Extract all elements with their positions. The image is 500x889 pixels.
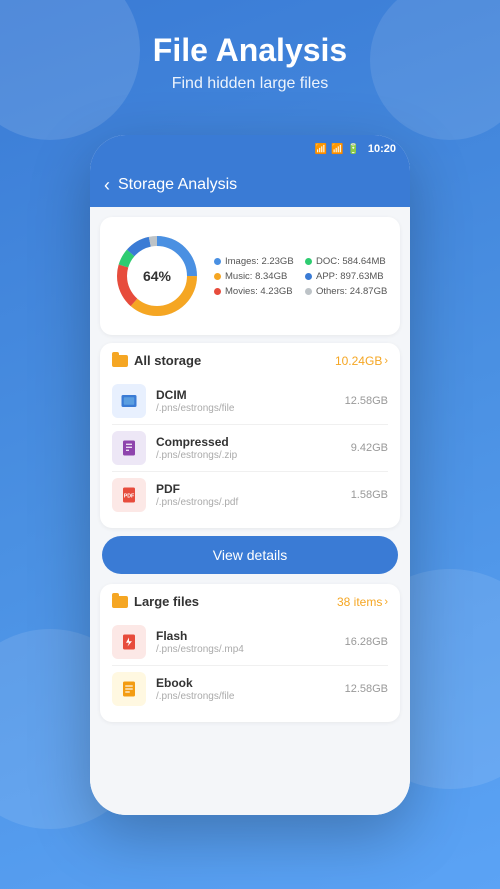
file-path-compressed: /.pns/estrongs/.zip: [156, 450, 341, 461]
file-icon-ebook: [112, 672, 146, 706]
page-title: File Analysis: [20, 32, 480, 69]
all-storage-title: All storage: [134, 353, 201, 368]
status-icons: 📶 📶 🔋 10:20: [315, 143, 397, 155]
status-bar: 📶 📶 🔋 10:20: [90, 135, 410, 163]
view-details-button[interactable]: View details: [102, 536, 398, 574]
all-storage-header: All storage 10.24GB ›: [112, 353, 388, 368]
legend-dot-music: [214, 273, 221, 280]
back-button[interactable]: ‹: [104, 175, 110, 196]
file-size-compressed: 9.42GB: [351, 442, 388, 454]
legend-dot-others: [305, 288, 312, 295]
legend-dot-movies: [214, 288, 221, 295]
legend-doc: DOC: 584.64MB: [305, 256, 388, 267]
large-files-section: Large files 38 items › Flash /.pns/e: [100, 584, 400, 722]
file-size-flash: 16.28GB: [345, 636, 388, 648]
legend-movies: Movies: 4.23GB: [214, 286, 297, 297]
signal-icon: 📶: [331, 144, 343, 155]
file-name-pdf: PDF: [156, 482, 341, 496]
storage-chart-card: 64% Images: 2.23GB DOC: 584.64MB Music: …: [100, 217, 400, 335]
file-item-pdf[interactable]: PDF PDF /.pns/estrongs/.pdf 1.58GB: [112, 472, 388, 518]
file-item-flash[interactable]: Flash /.pns/estrongs/.mp4 16.28GB: [112, 619, 388, 666]
legend-music: Music: 8.34GB: [214, 271, 297, 282]
file-size-ebook: 12.58GB: [345, 683, 388, 695]
legend-images: Images: 2.23GB: [214, 256, 297, 267]
legend-label-movies: Movies: 4.23GB: [225, 286, 293, 297]
phone-mockup: 📶 📶 🔋 10:20 ‹ Storage Analysis: [90, 135, 410, 815]
large-files-title-area: Large files: [112, 594, 199, 609]
folder-icon: [112, 355, 128, 367]
large-files-header: Large files 38 items ›: [112, 594, 388, 609]
file-item-compressed[interactable]: Compressed /.pns/estrongs/.zip 9.42GB: [112, 425, 388, 472]
file-path-pdf: /.pns/estrongs/.pdf: [156, 497, 341, 508]
app-header: ‹ Storage Analysis: [90, 163, 410, 207]
chart-section: 64% Images: 2.23GB DOC: 584.64MB Music: …: [112, 231, 388, 321]
page-header: File Analysis Find hidden large files: [0, 0, 500, 113]
svg-text:PDF: PDF: [124, 493, 135, 499]
all-storage-title-area: All storage: [112, 353, 201, 368]
file-info-pdf: PDF /.pns/estrongs/.pdf: [156, 482, 341, 508]
app-title: Storage Analysis: [118, 176, 237, 194]
file-size-dcim: 12.58GB: [345, 395, 388, 407]
file-name-compressed: Compressed: [156, 435, 341, 449]
large-files-chevron: ›: [384, 596, 388, 608]
legend-dot-images: [214, 258, 221, 265]
all-storage-meta[interactable]: 10.24GB ›: [335, 354, 388, 368]
chart-legend: Images: 2.23GB DOC: 584.64MB Music: 8.34…: [214, 256, 388, 297]
file-item-ebook[interactable]: Ebook /.pns/estrongs/file 12.58GB: [112, 666, 388, 712]
large-files-title: Large files: [134, 594, 199, 609]
file-icon-flash: [112, 625, 146, 659]
file-name-dcim: DCIM: [156, 388, 335, 402]
legend-label-doc: DOC: 584.64MB: [316, 256, 386, 267]
legend-others: Others: 24.87GB: [305, 286, 388, 297]
file-info-ebook: Ebook /.pns/estrongs/file: [156, 676, 335, 702]
file-info-dcim: DCIM /.pns/estrongs/file: [156, 388, 335, 414]
file-size-pdf: 1.58GB: [351, 489, 388, 501]
phone-content: 64% Images: 2.23GB DOC: 584.64MB Music: …: [90, 207, 410, 815]
file-icon-compressed: [112, 431, 146, 465]
file-icon-dcim: [112, 384, 146, 418]
file-icon-pdf: PDF: [112, 478, 146, 512]
battery-icon: 🔋: [347, 144, 359, 155]
page-subtitle: Find hidden large files: [20, 75, 480, 93]
legend-dot-app: [305, 273, 312, 280]
legend-label-music: Music: 8.34GB: [225, 271, 287, 282]
file-path-dcim: /.pns/estrongs/file: [156, 403, 335, 414]
all-storage-chevron: ›: [384, 355, 388, 367]
legend-label-images: Images: 2.23GB: [225, 256, 294, 267]
legend-app: APP: 897.63MB: [305, 271, 388, 282]
large-files-count: 38 items: [337, 595, 382, 609]
file-name-ebook: Ebook: [156, 676, 335, 690]
file-info-flash: Flash /.pns/estrongs/.mp4: [156, 629, 335, 655]
donut-chart: 64%: [112, 231, 202, 321]
large-files-meta[interactable]: 38 items ›: [337, 595, 388, 609]
legend-label-others: Others: 24.87GB: [316, 286, 387, 297]
legend-label-app: APP: 897.63MB: [316, 271, 384, 282]
legend-dot-doc: [305, 258, 312, 265]
donut-center-label: 64%: [143, 268, 171, 284]
file-path-flash: /.pns/estrongs/.mp4: [156, 644, 335, 655]
file-path-ebook: /.pns/estrongs/file: [156, 691, 335, 702]
all-storage-section: All storage 10.24GB › DCIM /.pns/est: [100, 343, 400, 528]
file-info-compressed: Compressed /.pns/estrongs/.zip: [156, 435, 341, 461]
status-time: 10:20: [368, 143, 396, 155]
wifi-icon: 📶: [315, 144, 327, 155]
large-files-folder-icon: [112, 596, 128, 608]
file-item-dcim[interactable]: DCIM /.pns/estrongs/file 12.58GB: [112, 378, 388, 425]
file-name-flash: Flash: [156, 629, 335, 643]
